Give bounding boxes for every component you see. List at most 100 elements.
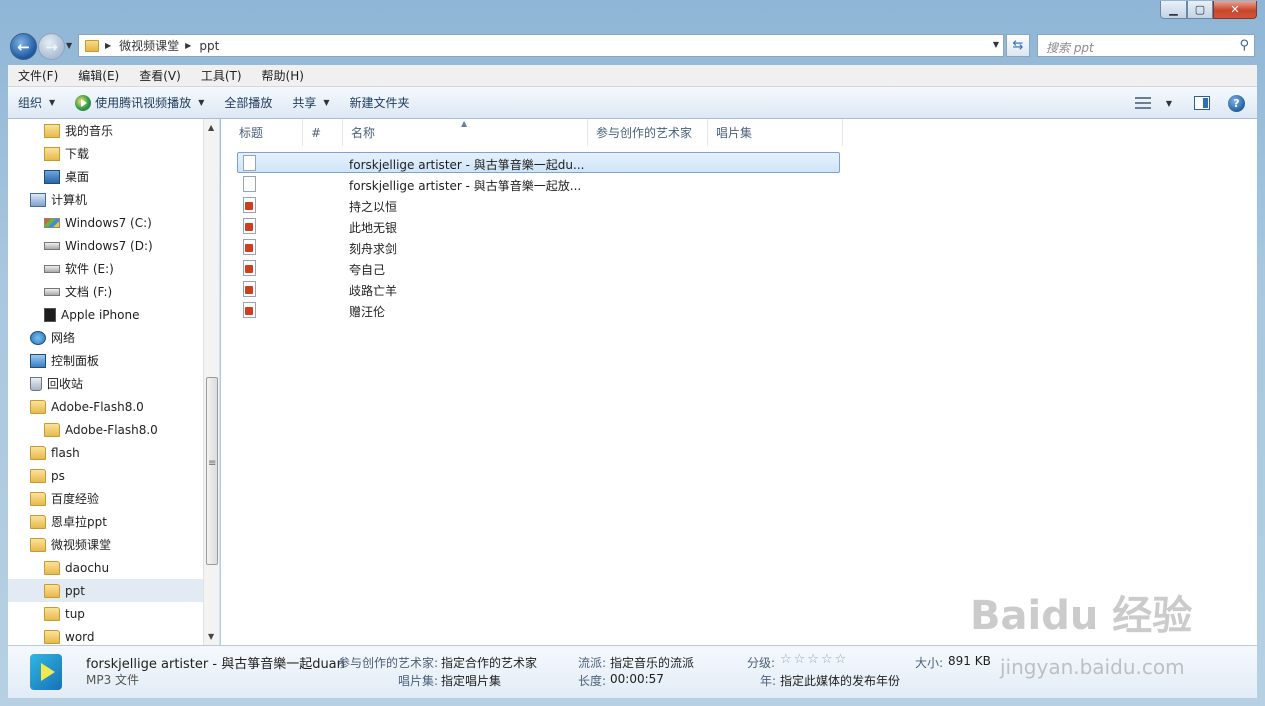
help-icon[interactable]: ?: [1228, 94, 1245, 112]
new-folder-label: 新建文件夹: [349, 96, 410, 110]
file-row[interactable]: forskjellige artister - 與古箏音樂一起du...: [237, 152, 840, 173]
recent-pages-dropdown[interactable]: ▼: [66, 41, 72, 50]
nav-item[interactable]: Apple iPhone: [8, 303, 204, 326]
system-drive-icon: [44, 217, 60, 228]
drive-icon: [44, 287, 60, 296]
search-input[interactable]: 搜索 ppt ⚲: [1037, 34, 1255, 57]
organize-button[interactable]: 组织 ▼: [8, 87, 65, 119]
nav-item[interactable]: 回收站: [8, 372, 204, 395]
chevron-down-icon[interactable]: ▼: [1166, 99, 1172, 108]
file-row[interactable]: 持之以恒: [237, 194, 840, 215]
menu-view[interactable]: 查看(V): [129, 67, 191, 84]
chevron-right-icon[interactable]: ▶: [185, 41, 191, 50]
album-value[interactable]: 指定唱片集: [441, 672, 501, 689]
file-name: 此地无银: [349, 221, 398, 235]
file-row[interactable]: 夸自己: [237, 257, 840, 278]
nav-item-label: 网络: [51, 331, 76, 345]
artists-value[interactable]: 指定合作的艺术家: [441, 654, 537, 671]
share-button[interactable]: 共享 ▼: [282, 87, 339, 119]
back-button[interactable]: ←: [10, 33, 37, 60]
nav-item-label: 文档 (F:): [65, 285, 113, 299]
baidu-watermark-url: jingyan.baidu.com: [1000, 655, 1185, 679]
nav-item[interactable]: 软件 (E:): [8, 257, 204, 280]
ppt-file-icon: [243, 197, 256, 213]
menu-file[interactable]: 文件(F): [8, 67, 68, 84]
nav-item[interactable]: 恩卓拉ppt: [8, 510, 204, 533]
close-button[interactable]: ✕: [1213, 1, 1257, 19]
views-icon[interactable]: [1134, 97, 1151, 109]
nav-item[interactable]: 我的音乐: [8, 119, 204, 142]
navigation-pane: 我的音乐 下载 桌面计算机 Windows7 (C:) Windows7 (D:) 软件 …: [8, 119, 220, 645]
folder-icon: [85, 39, 99, 52]
nav-item[interactable]: 控制面板: [8, 349, 204, 372]
search-icon[interactable]: ⚲: [1239, 38, 1249, 53]
forward-button[interactable]: →: [38, 33, 65, 60]
file-row[interactable]: 此地无银: [237, 215, 840, 236]
nav-item[interactable]: Windows7 (C:): [8, 211, 204, 234]
network-icon: [30, 330, 46, 345]
nav-item[interactable]: Adobe-Flash8.0: [8, 395, 204, 418]
file-row[interactable]: forskjellige artister - 與古箏音樂一起放...: [237, 173, 840, 194]
column-artists[interactable]: 参与创作的艺术家: [588, 119, 708, 146]
nav-item-label: tup: [65, 606, 85, 621]
downloads-folder-icon: [44, 146, 60, 161]
nav-item[interactable]: flash: [8, 441, 204, 464]
minimize-button[interactable]: ▁: [1160, 1, 1187, 19]
column-number[interactable]: #: [303, 119, 343, 146]
nav-item[interactable]: 下载: [8, 142, 204, 165]
nav-item[interactable]: 文档 (F:): [8, 280, 204, 303]
address-bar[interactable]: ▶ 微视频课堂 ▶ ppt ▼: [78, 34, 1004, 57]
chevron-right-icon[interactable]: ▶: [105, 41, 111, 50]
scroll-down-icon[interactable]: ▼: [208, 632, 214, 641]
breadcrumb-ppt[interactable]: ppt: [199, 39, 219, 53]
genre-value[interactable]: 指定音乐的流派: [610, 654, 694, 671]
nav-item[interactable]: Windows7 (D:): [8, 234, 204, 257]
artists-label: 参与创作的艺术家:: [338, 656, 439, 670]
nav-item[interactable]: Adobe-Flash8.0: [8, 418, 204, 441]
nav-item[interactable]: word: [8, 625, 204, 645]
nav-item-label: Apple iPhone: [61, 307, 140, 322]
nav-item[interactable]: ps: [8, 464, 204, 487]
nav-item[interactable]: 百度经验: [8, 487, 204, 510]
file-row[interactable]: 刻舟求剑: [237, 236, 840, 257]
nav-item[interactable]: 计算机: [8, 188, 204, 211]
nav-item[interactable]: 网络: [8, 326, 204, 349]
file-row[interactable]: 赠汪伦: [237, 299, 840, 320]
control-panel-icon: [30, 353, 46, 368]
refresh-icon: ⇆: [1012, 38, 1024, 53]
nav-item[interactable]: 微视频课堂: [8, 533, 204, 556]
nav-scrollbar[interactable]: ▲ ▼: [203, 119, 219, 645]
ppt-file-icon: [243, 218, 256, 234]
scroll-up-icon[interactable]: ▲: [208, 123, 214, 132]
drive-icon: [44, 264, 60, 273]
new-folder-button[interactable]: 新建文件夹: [340, 87, 420, 119]
rating-stars-icon[interactable]: ☆☆☆☆☆: [780, 652, 848, 667]
scroll-thumb[interactable]: [206, 377, 218, 565]
ppt-file-icon: [243, 281, 256, 297]
refresh-button[interactable]: ⇆: [1006, 34, 1030, 57]
nav-item[interactable]: 桌面: [8, 165, 204, 188]
maximize-button[interactable]: ▢: [1187, 1, 1213, 19]
file-name: forskjellige artister - 與古箏音樂一起放...: [349, 179, 582, 193]
play-all-button[interactable]: 全部播放: [214, 87, 282, 119]
nav-item[interactable]: daochu: [8, 556, 204, 579]
column-title[interactable]: 标题: [231, 119, 303, 146]
menu-edit[interactable]: 编辑(E): [68, 67, 129, 84]
play-with-button[interactable]: 使用腾讯视频播放 ▼: [65, 87, 214, 119]
file-name: 夸自己: [349, 263, 386, 277]
column-album[interactable]: 唱片集: [708, 119, 843, 146]
address-dropdown-icon[interactable]: ▼: [993, 40, 999, 49]
menu-tools[interactable]: 工具(T): [191, 67, 252, 84]
menu-help[interactable]: 帮助(H): [252, 67, 314, 84]
nav-item[interactable]: tup: [8, 602, 204, 625]
rating-label: 分级:: [747, 656, 776, 670]
breadcrumb-weishipin[interactable]: 微视频课堂: [119, 37, 179, 54]
nav-item[interactable]: ppt: [8, 579, 204, 602]
preview-pane-icon[interactable]: [1194, 96, 1210, 110]
desktop-icon: [44, 169, 60, 184]
nav-item-label: 计算机: [51, 193, 88, 207]
nav-item-label: 回收站: [47, 377, 84, 391]
file-row[interactable]: 歧路亡羊: [237, 278, 840, 299]
search-placeholder: 搜索 ppt: [1046, 41, 1094, 55]
year-value[interactable]: 指定此媒体的发布年份: [780, 672, 900, 689]
